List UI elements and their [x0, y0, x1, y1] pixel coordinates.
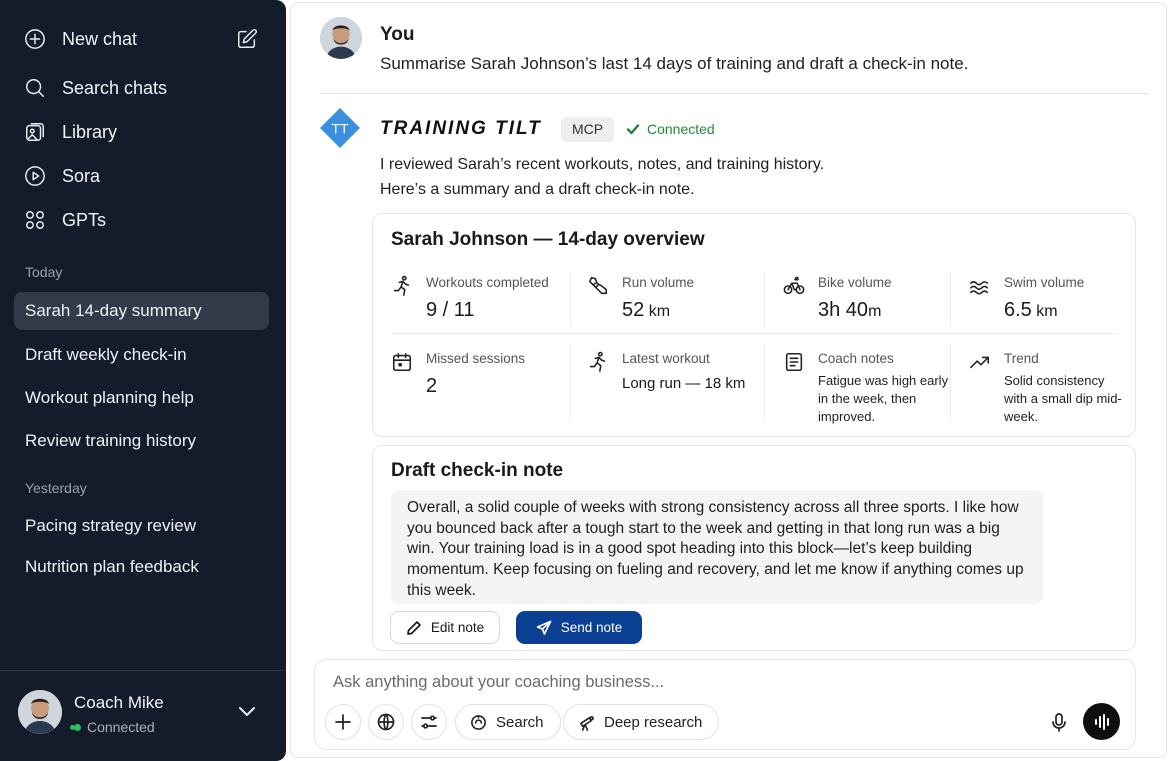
- send-note-label: Send note: [560, 620, 623, 635]
- sidebar-item-label: GPTs: [62, 209, 107, 230]
- running-icon: [391, 275, 413, 297]
- section-label-today: Today: [25, 264, 63, 280]
- message-divider: [320, 93, 1148, 94]
- calendar-icon: [391, 351, 413, 373]
- stat-label: Latest workout: [622, 351, 710, 366]
- logo-text: TT: [331, 121, 349, 137]
- pencil-icon: [406, 620, 421, 635]
- send-note-button[interactable]: Send note: [516, 611, 642, 644]
- sliders-icon: [421, 715, 437, 729]
- new-chat-button[interactable]: New chat: [24, 24, 137, 54]
- edit-icon[interactable]: [236, 28, 258, 50]
- stat-value: 3h 40m: [818, 299, 882, 321]
- draft-card: Draft check-in note Overall, a solid cou…: [372, 445, 1136, 651]
- stat-description: Fatigue was high early in the week, then…: [818, 373, 949, 424]
- user-status-text: Connected: [87, 719, 155, 735]
- mcp-badge: MCP: [561, 117, 615, 142]
- grid-icon: [24, 209, 46, 231]
- search-icon: [471, 714, 486, 730]
- stat-label: Swim volume: [1004, 275, 1085, 290]
- chat-item[interactable]: Workout planning help: [25, 385, 194, 411]
- voice-waveform-icon: [1094, 713, 1109, 730]
- draft-note-text: Overall, a solid couple of weeks with st…: [391, 490, 1043, 604]
- chat-item-active[interactable]: Sarah 14-day summary: [14, 292, 269, 330]
- stat-label: Trend: [1004, 351, 1039, 366]
- bike-icon: [783, 275, 805, 297]
- telescope-icon: [580, 715, 594, 731]
- search-button[interactable]: Search: [455, 704, 561, 740]
- composer: Search Deep research: [314, 659, 1136, 750]
- stat-value: 52 km: [622, 299, 671, 321]
- stat-value: 6.5 km: [1004, 299, 1058, 321]
- search-label: Search: [496, 713, 544, 731]
- check-icon: [626, 124, 640, 135]
- deep-research-button[interactable]: Deep research: [563, 704, 720, 740]
- sidebar-item-label: Library: [62, 121, 118, 142]
- stat-label: Missed sessions: [426, 351, 526, 366]
- tools-button[interactable]: [411, 704, 447, 740]
- plus-icon: [335, 714, 351, 730]
- user-status: Connected: [74, 719, 155, 735]
- deep-research-label: Deep research: [604, 713, 703, 731]
- edit-note-button[interactable]: Edit note: [390, 611, 500, 644]
- new-chat-label: New chat: [62, 28, 138, 49]
- chat-item[interactable]: Draft weekly check-in: [25, 342, 187, 368]
- connection-status-text: Connected: [647, 121, 715, 137]
- voice-mode-button[interactable]: [1083, 703, 1120, 740]
- chat-item[interactable]: Pacing strategy review: [25, 513, 196, 539]
- avatar: [320, 17, 362, 59]
- avatar: [18, 690, 62, 734]
- user-message-text: Summarise Sarah Johnson’s last 14 days o…: [380, 54, 969, 73]
- stat-description: Solid consistency with a small dip mid-w…: [1004, 373, 1122, 424]
- assistant-name: TRAINING TILT: [380, 118, 542, 139]
- chat-item[interactable]: Review training history: [25, 428, 196, 454]
- overview-title: Sarah Johnson — 14-day overview: [391, 229, 705, 250]
- sidebar-divider: [0, 670, 286, 671]
- training-tilt-logo: TT: [319, 107, 361, 149]
- stat-value: 2: [426, 375, 438, 397]
- draft-title: Draft check-in note: [391, 460, 564, 481]
- stat-label: Run volume: [622, 275, 695, 290]
- chevron-down-icon[interactable]: [238, 704, 256, 718]
- sidebar-item-search-chats[interactable]: Search chats: [24, 73, 167, 103]
- microphone-icon[interactable]: [1049, 712, 1069, 732]
- stat-label: Bike volume: [818, 275, 892, 290]
- send-icon: [536, 620, 552, 635]
- play-circle-icon: [24, 165, 46, 187]
- sidebar-item-label: Sora: [62, 165, 101, 186]
- edit-note-label: Edit note: [430, 620, 485, 635]
- assistant-intro-line: I reviewed Sarah’s recent workouts, note…: [380, 156, 825, 173]
- library-icon: [24, 121, 46, 143]
- overview-card: Sarah Johnson — 14-day overview Workouts…: [372, 213, 1136, 437]
- connection-status: Connected: [626, 121, 715, 137]
- web-button[interactable]: [368, 704, 404, 740]
- sidebar-item-label: Search chats: [62, 77, 168, 98]
- notes-icon: [783, 351, 805, 373]
- sidebar: New chat Search chats Library Sora GPTs …: [0, 0, 286, 761]
- chat-item[interactable]: Nutrition plan feedback: [25, 554, 199, 580]
- search-icon: [24, 77, 46, 99]
- add-attachment-button[interactable]: [325, 704, 361, 740]
- chat-input[interactable]: [333, 673, 1033, 692]
- running-icon: [587, 351, 609, 373]
- stat-label: Coach notes: [818, 351, 894, 366]
- shoe-icon: [587, 275, 609, 297]
- assistant-intro-line: Here’s a summary and a draft check-in no…: [380, 181, 695, 198]
- user-name: Coach Mike: [74, 693, 164, 712]
- sidebar-item-sora[interactable]: Sora: [24, 161, 100, 191]
- stat-value: Long run — 18 km: [622, 375, 746, 392]
- sidebar-item-library[interactable]: Library: [24, 117, 117, 147]
- message-author: You: [380, 24, 415, 45]
- trend-up-icon: [969, 351, 991, 373]
- stat-value: 9 / 11: [426, 299, 475, 321]
- account-menu[interactable]: Coach Mike Connected: [18, 690, 164, 735]
- waves-icon: [969, 275, 991, 297]
- globe-icon: [377, 713, 395, 731]
- section-label-yesterday: Yesterday: [25, 480, 87, 496]
- plus-circle-icon: [24, 28, 46, 50]
- sidebar-item-gpts[interactable]: GPTs: [24, 205, 106, 235]
- stat-label: Workouts completed: [426, 275, 549, 290]
